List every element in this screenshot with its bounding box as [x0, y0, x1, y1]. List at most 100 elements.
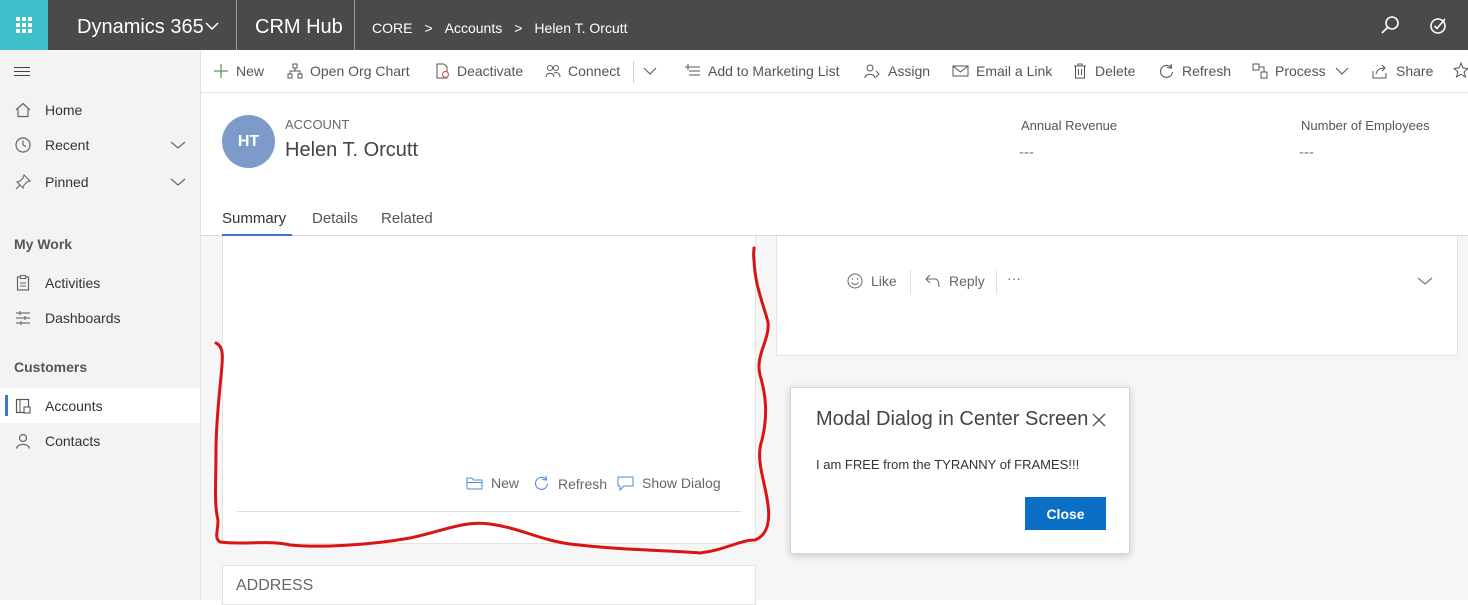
new-button[interactable]: New — [213, 61, 264, 81]
sidebar-item-home[interactable]: Home — [0, 92, 200, 127]
chevron-down-icon[interactable] — [170, 140, 186, 150]
chevron-down-icon[interactable] — [205, 21, 219, 31]
connect-icon — [545, 65, 561, 78]
share-icon — [1372, 64, 1387, 79]
divider — [236, 0, 237, 50]
list-add-icon — [685, 64, 700, 76]
share-button[interactable]: Share — [1372, 61, 1433, 81]
chevron-right-icon: > — [424, 20, 433, 36]
breadcrumb-item[interactable]: Helen T. Orcutt — [534, 0, 627, 50]
refresh-icon — [1160, 63, 1174, 78]
refresh-button[interactable]: Refresh — [1158, 61, 1231, 81]
connect-more-button[interactable] — [643, 61, 664, 81]
folder-add-icon — [466, 477, 483, 489]
connect-button[interactable]: Connect — [545, 61, 620, 81]
employees-label: Number of Employees — [1301, 118, 1430, 133]
close-icon[interactable] — [1091, 412, 1107, 428]
section-heading-my-work: My Work — [14, 236, 73, 252]
breadcrumb-item[interactable]: Accounts — [445, 0, 503, 50]
tab-related[interactable]: Related — [381, 210, 433, 227]
divider — [354, 0, 355, 50]
star-icon[interactable] — [1453, 62, 1468, 78]
dashboard-icon — [16, 311, 30, 325]
open-org-chart-button[interactable]: Open Org Chart — [287, 61, 410, 81]
avatar: HT — [222, 115, 275, 168]
sidebar-item-contacts[interactable]: Contacts — [0, 423, 200, 458]
pin-icon — [15, 173, 32, 190]
sidebar-item-recent[interactable]: Recent — [0, 127, 200, 162]
timeline-panel — [776, 236, 1458, 356]
modal-message: I am FREE from the TYRANNY of FRAMES!!! — [816, 457, 1080, 472]
subgrid-refresh-button[interactable]: Refresh — [533, 475, 607, 492]
app-launcher-button[interactable] — [0, 0, 48, 50]
email-a-link-button[interactable]: Email a Link — [952, 61, 1052, 81]
process-icon — [1252, 63, 1268, 79]
employees-value[interactable]: --- — [1299, 144, 1314, 161]
sidebar-item-activities[interactable]: Activities — [0, 265, 200, 300]
sidebar-item-label: Accounts — [45, 398, 103, 414]
sidebar-item-pinned[interactable]: Pinned — [0, 164, 200, 199]
person-icon — [15, 433, 31, 449]
modal-title: Modal Dialog in Center Screen — [816, 408, 1089, 430]
breadcrumb-item[interactable]: CORE — [372, 0, 412, 50]
tab-details[interactable]: Details — [312, 210, 358, 227]
waffle-icon — [16, 17, 32, 33]
chevron-down-icon[interactable] — [1417, 276, 1433, 286]
chevron-down-icon[interactable] — [170, 177, 186, 187]
account-icon — [15, 398, 31, 414]
top-nav-bar: Dynamics 365 CRM Hub CORE > Accounts > H… — [0, 0, 1468, 50]
reply-icon — [925, 274, 940, 288]
delete-button[interactable]: Delete — [1072, 61, 1135, 81]
breadcrumb: CORE > Accounts > Helen T. Orcutt — [372, 0, 628, 50]
sidebar-item-dashboards[interactable]: Dashboards — [0, 300, 200, 335]
refresh-icon — [535, 475, 549, 490]
section-heading-customers: Customers — [14, 359, 88, 375]
sidebar-item-label: Contacts — [45, 433, 101, 449]
chat-icon — [617, 476, 634, 491]
org-chart-icon — [287, 63, 303, 79]
more-options-button[interactable]: ··· — [1007, 270, 1021, 286]
sidebar-item-label: Dashboards — [45, 310, 121, 326]
clock-icon — [15, 137, 31, 153]
divider — [237, 511, 741, 512]
sidebar-item-label: Home — [45, 102, 83, 118]
process-button[interactable]: Process — [1252, 61, 1326, 81]
brand-title[interactable]: Dynamics 365 — [77, 0, 204, 50]
app-name[interactable]: CRM Hub — [255, 0, 343, 50]
add-to-marketing-list-button[interactable]: Add to Marketing List — [685, 61, 840, 81]
reply-button[interactable]: Reply — [925, 273, 985, 289]
smiley-icon — [847, 273, 863, 289]
home-icon — [15, 102, 31, 118]
tab-bar: Summary Details Related — [201, 205, 1468, 236]
deactivate-button[interactable]: Deactivate — [434, 61, 523, 81]
assign-button[interactable]: Assign — [864, 61, 930, 81]
clipboard-icon — [16, 274, 30, 291]
email-link-icon — [952, 65, 969, 77]
chevron-right-icon: > — [514, 20, 523, 36]
divider — [910, 270, 911, 294]
show-dialog-button[interactable]: Show Dialog — [617, 475, 721, 491]
entity-type-label: ACCOUNT — [285, 117, 350, 132]
subgrid-panel — [222, 236, 756, 544]
selected-indicator — [5, 395, 8, 416]
chevron-down-icon[interactable] — [1335, 66, 1349, 76]
assign-icon — [864, 64, 880, 79]
search-icon[interactable] — [1379, 14, 1401, 36]
record-title: Helen T. Orcutt — [285, 139, 419, 161]
plus-icon — [214, 64, 228, 78]
tab-summary[interactable]: Summary — [222, 210, 286, 227]
menu-icon[interactable] — [14, 67, 30, 79]
sidebar-item-label: Recent — [45, 137, 90, 153]
sidebar-item-accounts[interactable]: Accounts — [0, 388, 200, 423]
divider — [633, 61, 634, 83]
subgrid-new-button[interactable]: New — [466, 475, 519, 491]
annual-revenue-value[interactable]: --- — [1019, 144, 1034, 161]
like-button[interactable]: Like — [847, 273, 897, 289]
deactivate-icon — [436, 63, 449, 79]
chevron-down-icon — [643, 67, 657, 75]
sidebar-item-label: Activities — [45, 275, 101, 291]
annual-revenue-label: Annual Revenue — [1021, 118, 1118, 133]
divider — [996, 270, 997, 294]
task-icon[interactable] — [1427, 14, 1449, 36]
close-button[interactable]: Close — [1025, 497, 1106, 530]
